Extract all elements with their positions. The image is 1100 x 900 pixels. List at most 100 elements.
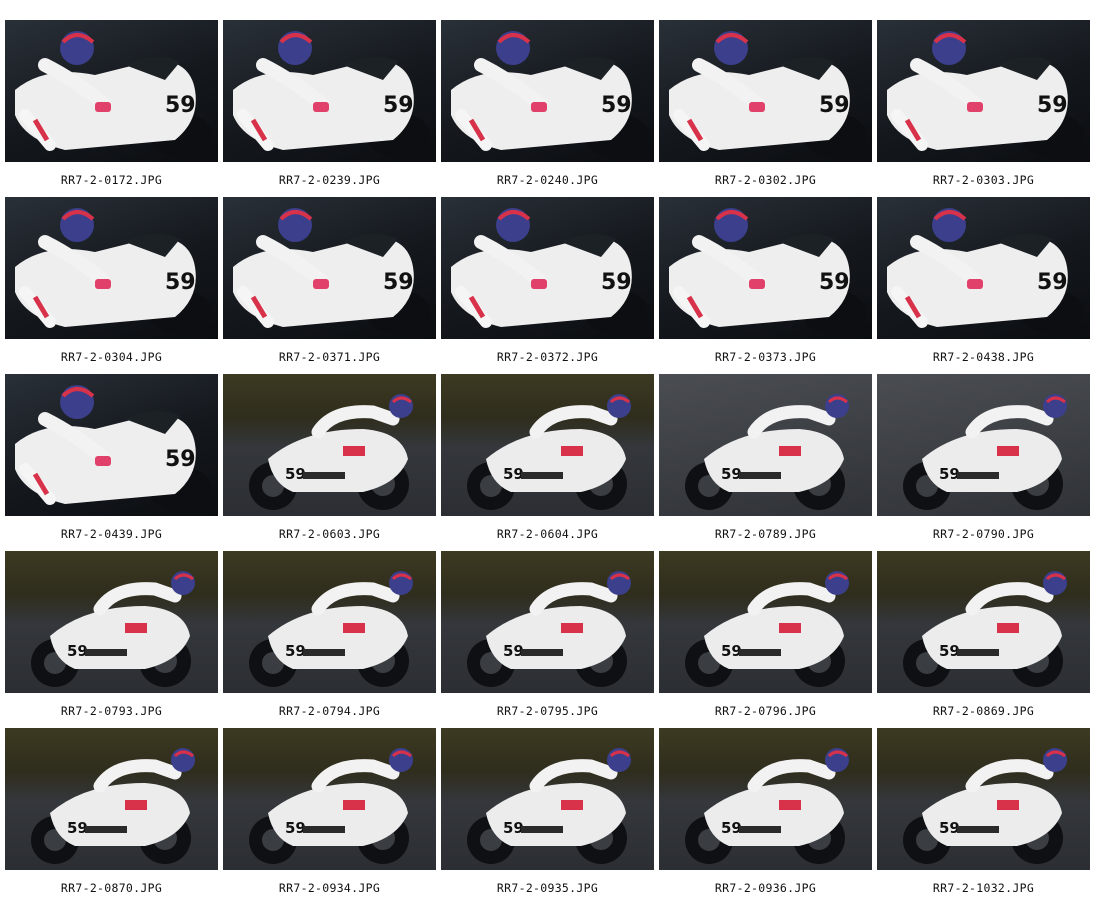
photo-filename[interactable]: RR7-2-0304.JPG: [5, 350, 218, 368]
gallery-item[interactable]: 59 RR7-2-0794.JPG: [223, 551, 436, 723]
photo-thumbnail-icon[interactable]: 59: [441, 374, 654, 516]
svg-text:59: 59: [1037, 270, 1068, 295]
photo-thumbnail-icon[interactable]: 59: [877, 197, 1090, 339]
photo-filename[interactable]: RR7-2-1032.JPG: [877, 881, 1090, 899]
svg-text:59: 59: [383, 270, 414, 295]
thumbnail-grid: 59 RR7-2-0172.JPG 59 RR7-2-0239.JPG 59 R…: [0, 0, 1100, 900]
photo-filename[interactable]: RR7-2-0302.JPG: [659, 173, 872, 191]
gallery-item[interactable]: 59 RR7-2-0793.JPG: [5, 551, 218, 723]
svg-text:59: 59: [819, 93, 850, 118]
photo-filename[interactable]: RR7-2-0935.JPG: [441, 881, 654, 899]
photo-thumbnail-icon[interactable]: 59: [5, 20, 218, 162]
photo-thumbnail-icon[interactable]: 59: [877, 551, 1090, 693]
photo-filename[interactable]: RR7-2-0936.JPG: [659, 881, 872, 899]
photo-thumbnail-icon[interactable]: 59: [877, 728, 1090, 870]
svg-text:59: 59: [503, 642, 524, 660]
svg-text:59: 59: [383, 93, 414, 118]
gallery-item[interactable]: 59 RR7-2-0935.JPG: [441, 728, 654, 900]
svg-text:59: 59: [285, 642, 306, 660]
svg-text:59: 59: [67, 819, 88, 837]
photo-thumbnail-icon[interactable]: 59: [441, 20, 654, 162]
gallery-item[interactable]: 59 RR7-2-0239.JPG: [223, 20, 436, 192]
photo-filename[interactable]: RR7-2-0870.JPG: [5, 881, 218, 899]
gallery-item[interactable]: 59 RR7-2-0240.JPG: [441, 20, 654, 192]
gallery-item[interactable]: 59 RR7-2-0796.JPG: [659, 551, 872, 723]
photo-filename[interactable]: RR7-2-0240.JPG: [441, 173, 654, 191]
gallery-item[interactable]: 59 RR7-2-0439.JPG: [5, 374, 218, 546]
gallery-item[interactable]: 59 RR7-2-0870.JPG: [5, 728, 218, 900]
photo-thumbnail-icon[interactable]: 59: [441, 197, 654, 339]
photo-thumbnail-icon[interactable]: 59: [877, 20, 1090, 162]
photo-thumbnail-icon[interactable]: 59: [659, 197, 872, 339]
photo-filename[interactable]: RR7-2-0869.JPG: [877, 704, 1090, 722]
gallery-item[interactable]: 59 RR7-2-0603.JPG: [223, 374, 436, 546]
svg-text:59: 59: [721, 465, 742, 483]
photo-thumbnail-icon[interactable]: 59: [223, 197, 436, 339]
gallery-item[interactable]: 59 RR7-2-0789.JPG: [659, 374, 872, 546]
photo-thumbnail-icon[interactable]: 59: [441, 551, 654, 693]
svg-text:59: 59: [67, 642, 88, 660]
svg-text:59: 59: [819, 270, 850, 295]
photo-thumbnail-icon[interactable]: 59: [223, 551, 436, 693]
photo-filename[interactable]: RR7-2-0789.JPG: [659, 527, 872, 545]
photo-filename[interactable]: RR7-2-0604.JPG: [441, 527, 654, 545]
photo-thumbnail-icon[interactable]: 59: [223, 728, 436, 870]
gallery-item[interactable]: 59 RR7-2-0438.JPG: [877, 197, 1090, 369]
gallery-item[interactable]: 59 RR7-2-0373.JPG: [659, 197, 872, 369]
svg-text:59: 59: [721, 819, 742, 837]
gallery-item[interactable]: 59 RR7-2-0372.JPG: [441, 197, 654, 369]
photo-filename[interactable]: RR7-2-0790.JPG: [877, 527, 1090, 545]
svg-text:59: 59: [165, 93, 196, 118]
svg-text:59: 59: [939, 642, 960, 660]
gallery-item[interactable]: 59 RR7-2-0795.JPG: [441, 551, 654, 723]
photo-filename[interactable]: RR7-2-0371.JPG: [223, 350, 436, 368]
gallery-item[interactable]: 59 RR7-2-0303.JPG: [877, 20, 1090, 192]
photo-thumbnail-icon[interactable]: 59: [659, 374, 872, 516]
svg-text:59: 59: [601, 270, 632, 295]
photo-thumbnail-icon[interactable]: 59: [223, 374, 436, 516]
photo-filename[interactable]: RR7-2-0373.JPG: [659, 350, 872, 368]
photo-filename[interactable]: RR7-2-0934.JPG: [223, 881, 436, 899]
svg-text:59: 59: [285, 465, 306, 483]
photo-filename[interactable]: RR7-2-0794.JPG: [223, 704, 436, 722]
svg-text:59: 59: [503, 819, 524, 837]
svg-text:59: 59: [503, 465, 524, 483]
gallery-item[interactable]: 59 RR7-2-0304.JPG: [5, 197, 218, 369]
gallery-item[interactable]: 59 RR7-2-0371.JPG: [223, 197, 436, 369]
gallery-item[interactable]: 59 RR7-2-1032.JPG: [877, 728, 1090, 900]
photo-filename[interactable]: RR7-2-0438.JPG: [877, 350, 1090, 368]
gallery-item[interactable]: 59 RR7-2-0934.JPG: [223, 728, 436, 900]
photo-thumbnail-icon[interactable]: 59: [659, 551, 872, 693]
photo-filename[interactable]: RR7-2-0372.JPG: [441, 350, 654, 368]
photo-filename[interactable]: RR7-2-0172.JPG: [5, 173, 218, 191]
photo-thumbnail-icon[interactable]: 59: [659, 728, 872, 870]
svg-text:59: 59: [939, 465, 960, 483]
svg-text:59: 59: [601, 93, 632, 118]
photo-thumbnail-icon[interactable]: 59: [5, 374, 218, 516]
gallery-item[interactable]: 59 RR7-2-0790.JPG: [877, 374, 1090, 546]
photo-thumbnail-icon[interactable]: 59: [877, 374, 1090, 516]
photo-filename[interactable]: RR7-2-0603.JPG: [223, 527, 436, 545]
photo-thumbnail-icon[interactable]: 59: [5, 728, 218, 870]
gallery-item[interactable]: 59 RR7-2-0172.JPG: [5, 20, 218, 192]
photo-thumbnail-icon[interactable]: 59: [5, 551, 218, 693]
photo-filename[interactable]: RR7-2-0793.JPG: [5, 704, 218, 722]
gallery-item[interactable]: 59 RR7-2-0869.JPG: [877, 551, 1090, 723]
photo-thumbnail-icon[interactable]: 59: [441, 728, 654, 870]
photo-thumbnail-icon[interactable]: 59: [5, 197, 218, 339]
svg-text:59: 59: [939, 819, 960, 837]
gallery-item[interactable]: 59 RR7-2-0936.JPG: [659, 728, 872, 900]
photo-filename[interactable]: RR7-2-0303.JPG: [877, 173, 1090, 191]
svg-text:59: 59: [165, 270, 196, 295]
svg-text:59: 59: [721, 642, 742, 660]
svg-text:59: 59: [285, 819, 306, 837]
photo-filename[interactable]: RR7-2-0439.JPG: [5, 527, 218, 545]
photo-thumbnail-icon[interactable]: 59: [659, 20, 872, 162]
gallery-item[interactable]: 59 RR7-2-0302.JPG: [659, 20, 872, 192]
photo-filename[interactable]: RR7-2-0239.JPG: [223, 173, 436, 191]
photo-filename[interactable]: RR7-2-0795.JPG: [441, 704, 654, 722]
photo-filename[interactable]: RR7-2-0796.JPG: [659, 704, 872, 722]
svg-text:59: 59: [165, 447, 196, 472]
gallery-item[interactable]: 59 RR7-2-0604.JPG: [441, 374, 654, 546]
photo-thumbnail-icon[interactable]: 59: [223, 20, 436, 162]
